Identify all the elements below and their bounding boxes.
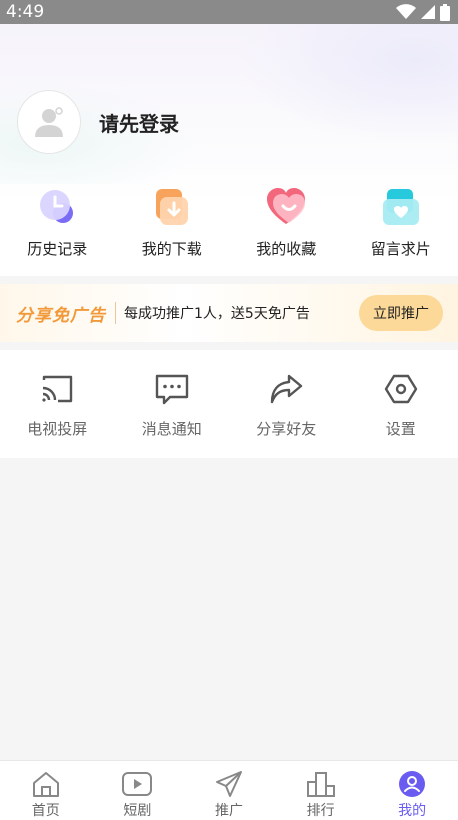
tool-tv-cast[interactable]: 电视投屏 — [0, 350, 115, 458]
send-icon — [213, 769, 245, 799]
tool-label: 分享好友 — [256, 420, 317, 438]
battery-icon — [440, 3, 450, 21]
tab-mine[interactable]: 我的 — [366, 761, 458, 820]
promo-brand: 分享免广告 — [16, 305, 106, 326]
tab-home[interactable]: 首页 — [0, 761, 92, 820]
default-avatar-icon — [35, 107, 63, 137]
tab-label: 短剧 — [123, 803, 152, 819]
message-request-icon — [380, 186, 422, 228]
play-icon — [121, 769, 153, 799]
tab-short-drama[interactable]: 短剧 — [92, 761, 184, 820]
message-icon — [154, 372, 190, 406]
share-promo-banner[interactable]: 分享免广告 每成功推广1人，送5天免广告 立即推广 — [0, 284, 458, 342]
quick-action-favorite[interactable]: 我的收藏 — [229, 186, 344, 259]
quick-action-label: 我的收藏 — [256, 240, 317, 258]
quick-action-label: 我的下载 — [141, 240, 202, 258]
status-bar: 4:49 — [0, 0, 458, 24]
login-prompt[interactable]: 请先登录 — [99, 108, 179, 137]
tab-label: 首页 — [31, 803, 60, 819]
tab-ranking[interactable]: 排行 — [275, 761, 367, 820]
user-icon — [396, 769, 428, 799]
quick-action-label: 留言求片 — [370, 240, 431, 258]
tab-label: 推广 — [214, 803, 243, 819]
tool-label: 消息通知 — [141, 420, 202, 438]
tool-label: 电视投屏 — [27, 420, 88, 438]
avatar[interactable] — [17, 90, 81, 154]
bottom-tab-bar: 首页 短剧 推广 排行 我的 — [0, 760, 458, 820]
tab-label: 我的 — [398, 803, 427, 819]
tool-settings[interactable]: 设置 — [344, 350, 458, 458]
wifi-icon — [396, 4, 416, 19]
promo-divider — [115, 302, 116, 324]
cast-icon — [39, 372, 75, 406]
promo-text: 每成功推广1人，送5天免广告 — [124, 306, 310, 322]
promote-now-button[interactable]: 立即推广 — [359, 295, 443, 331]
status-time: 4:49 — [6, 2, 45, 22]
ranking-icon — [305, 769, 337, 799]
tools-panel: 电视投屏 消息通知 分享好友 设置 — [0, 350, 458, 458]
status-icons — [396, 3, 450, 21]
tab-promote[interactable]: 推广 — [183, 761, 275, 820]
tool-messages[interactable]: 消息通知 — [115, 350, 230, 458]
quick-action-download[interactable]: 我的下载 — [115, 186, 230, 259]
home-icon — [30, 769, 62, 799]
tool-share[interactable]: 分享好友 — [229, 350, 344, 458]
signal-icon — [421, 5, 435, 19]
quick-actions: 历史记录 我的下载 我的收藏 留言求片 — [0, 186, 458, 259]
tool-label: 设置 — [385, 420, 416, 438]
quick-action-label: 历史记录 — [27, 240, 88, 258]
download-icon — [151, 186, 193, 228]
quick-action-history[interactable]: 历史记录 — [0, 186, 115, 259]
history-icon — [36, 186, 78, 228]
tab-label: 排行 — [306, 803, 335, 819]
share-icon — [268, 372, 304, 406]
quick-action-request[interactable]: 留言求片 — [344, 186, 458, 259]
settings-icon — [383, 372, 419, 406]
favorite-icon — [265, 186, 307, 228]
